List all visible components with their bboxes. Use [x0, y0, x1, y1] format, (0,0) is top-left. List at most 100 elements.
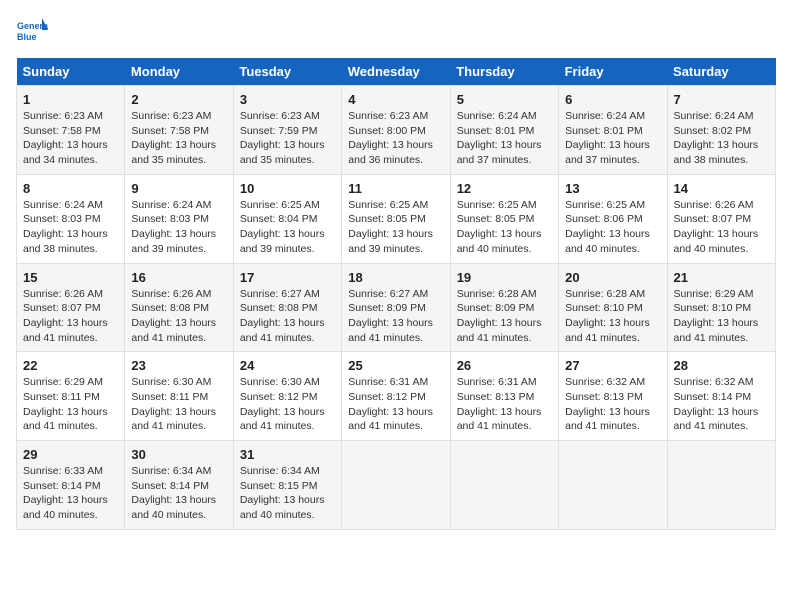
day-number: 12 [457, 181, 552, 196]
day-number: 6 [565, 92, 660, 107]
calendar-day-cell: 7Sunrise: 6:24 AMSunset: 8:02 PMDaylight… [667, 86, 775, 175]
calendar-week-row: 22 Sunrise: 6:29 AMSunset: 8:11 PMDayligh… [17, 352, 776, 441]
calendar-day-cell: 16 Sunrise: 6:26 AMSunset: 8:08 PMDayligh… [125, 263, 233, 352]
calendar-day-cell: 15 Sunrise: 6:26 AMSunset: 8:07 PMDayligh… [17, 263, 125, 352]
calendar-day-cell: 31 Sunrise: 6:34 AMSunset: 8:15 PMDayligh… [233, 441, 341, 530]
calendar-day-cell: 22 Sunrise: 6:29 AMSunset: 8:11 PMDayligh… [17, 352, 125, 441]
day-number: 25 [348, 358, 443, 373]
day-info: Sunrise: 6:30 AMSunset: 8:12 PMDaylight:… [240, 375, 335, 434]
day-info: Sunrise: 6:24 AMSunset: 8:03 PMDaylight:… [131, 198, 226, 257]
day-info: Sunrise: 6:25 AMSunset: 8:05 PMDaylight:… [457, 198, 552, 257]
calendar-empty-cell [667, 441, 775, 530]
day-info: Sunrise: 6:28 AMSunset: 8:10 PMDaylight:… [565, 287, 660, 346]
day-number: 18 [348, 270, 443, 285]
day-number: 22 [23, 358, 118, 373]
day-info: Sunrise: 6:23 AMSunset: 8:00 PMDaylight:… [348, 109, 443, 168]
day-info: Sunrise: 6:34 AMSunset: 8:15 PMDaylight:… [240, 464, 335, 523]
day-number: 16 [131, 270, 226, 285]
day-number: 28 [674, 358, 769, 373]
day-number: 30 [131, 447, 226, 462]
day-number: 10 [240, 181, 335, 196]
day-number: 17 [240, 270, 335, 285]
day-number: 11 [348, 181, 443, 196]
calendar-day-cell: 8 Sunrise: 6:24 AMSunset: 8:03 PMDaylight… [17, 174, 125, 263]
day-info: Sunrise: 6:26 AMSunset: 8:07 PMDaylight:… [23, 287, 118, 346]
day-number: 1 [23, 92, 118, 107]
calendar-day-cell: 28 Sunrise: 6:32 AMSunset: 8:14 PMDayligh… [667, 352, 775, 441]
day-info: Sunrise: 6:30 AMSunset: 8:11 PMDaylight:… [131, 375, 226, 434]
calendar-day-cell: 27 Sunrise: 6:32 AMSunset: 8:13 PMDayligh… [559, 352, 667, 441]
day-info: Sunrise: 6:26 AMSunset: 8:07 PMDaylight:… [674, 198, 769, 257]
day-number: 31 [240, 447, 335, 462]
day-number: 26 [457, 358, 552, 373]
day-info: Sunrise: 6:31 AMSunset: 8:12 PMDaylight:… [348, 375, 443, 434]
day-info: Sunrise: 6:32 AMSunset: 8:14 PMDaylight:… [674, 375, 769, 434]
day-number: 8 [23, 181, 118, 196]
calendar-day-cell: 29 Sunrise: 6:33 AMSunset: 8:14 PMDayligh… [17, 441, 125, 530]
calendar-day-cell: 30 Sunrise: 6:34 AMSunset: 8:14 PMDayligh… [125, 441, 233, 530]
calendar-week-row: 8 Sunrise: 6:24 AMSunset: 8:03 PMDaylight… [17, 174, 776, 263]
day-number: 15 [23, 270, 118, 285]
day-number: 19 [457, 270, 552, 285]
day-info: Sunrise: 6:24 AMSunset: 8:03 PMDaylight:… [23, 198, 118, 257]
calendar-week-row: 1 Sunrise: 6:23 AMSunset: 7:58 PMDaylight… [17, 86, 776, 175]
svg-text:Blue: Blue [17, 32, 37, 42]
weekday-header-friday: Friday [559, 58, 667, 86]
weekday-header-saturday: Saturday [667, 58, 775, 86]
calendar-day-cell: 12 Sunrise: 6:25 AMSunset: 8:05 PMDayligh… [450, 174, 558, 263]
day-number: 2 [131, 92, 226, 107]
day-info: Sunrise: 6:27 AMSunset: 8:08 PMDaylight:… [240, 287, 335, 346]
day-info: Sunrise: 6:31 AMSunset: 8:13 PMDaylight:… [457, 375, 552, 434]
day-number: 3 [240, 92, 335, 107]
day-number: 14 [674, 181, 769, 196]
day-info: Sunrise: 6:32 AMSunset: 8:13 PMDaylight:… [565, 375, 660, 434]
day-number: 24 [240, 358, 335, 373]
day-info: Sunrise: 6:25 AMSunset: 8:06 PMDaylight:… [565, 198, 660, 257]
logo: General Blue [16, 16, 48, 48]
calendar-day-cell: 25 Sunrise: 6:31 AMSunset: 8:12 PMDayligh… [342, 352, 450, 441]
day-number: 9 [131, 181, 226, 196]
day-number: 13 [565, 181, 660, 196]
day-info: Sunrise: 6:34 AMSunset: 8:14 PMDaylight:… [131, 464, 226, 523]
weekday-header-row: SundayMondayTuesdayWednesdayThursdayFrid… [17, 58, 776, 86]
day-info: Sunrise: 6:25 AMSunset: 8:04 PMDaylight:… [240, 198, 335, 257]
day-number: 27 [565, 358, 660, 373]
day-info: Sunrise: 6:23 AMSunset: 7:58 PMDaylight:… [131, 109, 226, 168]
weekday-header-thursday: Thursday [450, 58, 558, 86]
calendar-day-cell: 11 Sunrise: 6:25 AMSunset: 8:05 PMDayligh… [342, 174, 450, 263]
calendar-day-cell: 18 Sunrise: 6:27 AMSunset: 8:09 PMDayligh… [342, 263, 450, 352]
day-number: 5 [457, 92, 552, 107]
calendar-empty-cell [450, 441, 558, 530]
calendar-day-cell: 10 Sunrise: 6:25 AMSunset: 8:04 PMDayligh… [233, 174, 341, 263]
weekday-header-tuesday: Tuesday [233, 58, 341, 86]
calendar-day-cell: 26 Sunrise: 6:31 AMSunset: 8:13 PMDayligh… [450, 352, 558, 441]
day-info: Sunrise: 6:24 AMSunset: 8:01 PMDaylight:… [457, 109, 552, 168]
calendar-table: SundayMondayTuesdayWednesdayThursdayFrid… [16, 58, 776, 530]
logo-container: General Blue [16, 16, 48, 48]
day-info: Sunrise: 6:23 AMSunset: 7:59 PMDaylight:… [240, 109, 335, 168]
day-number: 20 [565, 270, 660, 285]
day-info: Sunrise: 6:25 AMSunset: 8:05 PMDaylight:… [348, 198, 443, 257]
day-info: Sunrise: 6:23 AMSunset: 7:58 PMDaylight:… [23, 109, 118, 168]
day-info: Sunrise: 6:33 AMSunset: 8:14 PMDaylight:… [23, 464, 118, 523]
calendar-day-cell: 24 Sunrise: 6:30 AMSunset: 8:12 PMDayligh… [233, 352, 341, 441]
calendar-day-cell: 1 Sunrise: 6:23 AMSunset: 7:58 PMDaylight… [17, 86, 125, 175]
day-info: Sunrise: 6:26 AMSunset: 8:08 PMDaylight:… [131, 287, 226, 346]
day-info: Sunrise: 6:29 AMSunset: 8:11 PMDaylight:… [23, 375, 118, 434]
calendar-day-cell: 4Sunrise: 6:23 AMSunset: 8:00 PMDaylight… [342, 86, 450, 175]
day-info: Sunrise: 6:24 AMSunset: 8:01 PMDaylight:… [565, 109, 660, 168]
calendar-empty-cell [342, 441, 450, 530]
day-number: 29 [23, 447, 118, 462]
weekday-header-monday: Monday [125, 58, 233, 86]
calendar-day-cell: 20 Sunrise: 6:28 AMSunset: 8:10 PMDayligh… [559, 263, 667, 352]
page-header: General Blue [16, 16, 776, 48]
calendar-day-cell: 17 Sunrise: 6:27 AMSunset: 8:08 PMDayligh… [233, 263, 341, 352]
logo-icon: General Blue [16, 16, 48, 48]
calendar-day-cell: 19Sunrise: 6:28 AMSunset: 8:09 PMDayligh… [450, 263, 558, 352]
calendar-day-cell: 13 Sunrise: 6:25 AMSunset: 8:06 PMDayligh… [559, 174, 667, 263]
calendar-day-cell: 21Sunrise: 6:29 AMSunset: 8:10 PMDayligh… [667, 263, 775, 352]
calendar-day-cell: 9 Sunrise: 6:24 AMSunset: 8:03 PMDaylight… [125, 174, 233, 263]
day-info: Sunrise: 6:27 AMSunset: 8:09 PMDaylight:… [348, 287, 443, 346]
day-number: 23 [131, 358, 226, 373]
calendar-empty-cell [559, 441, 667, 530]
